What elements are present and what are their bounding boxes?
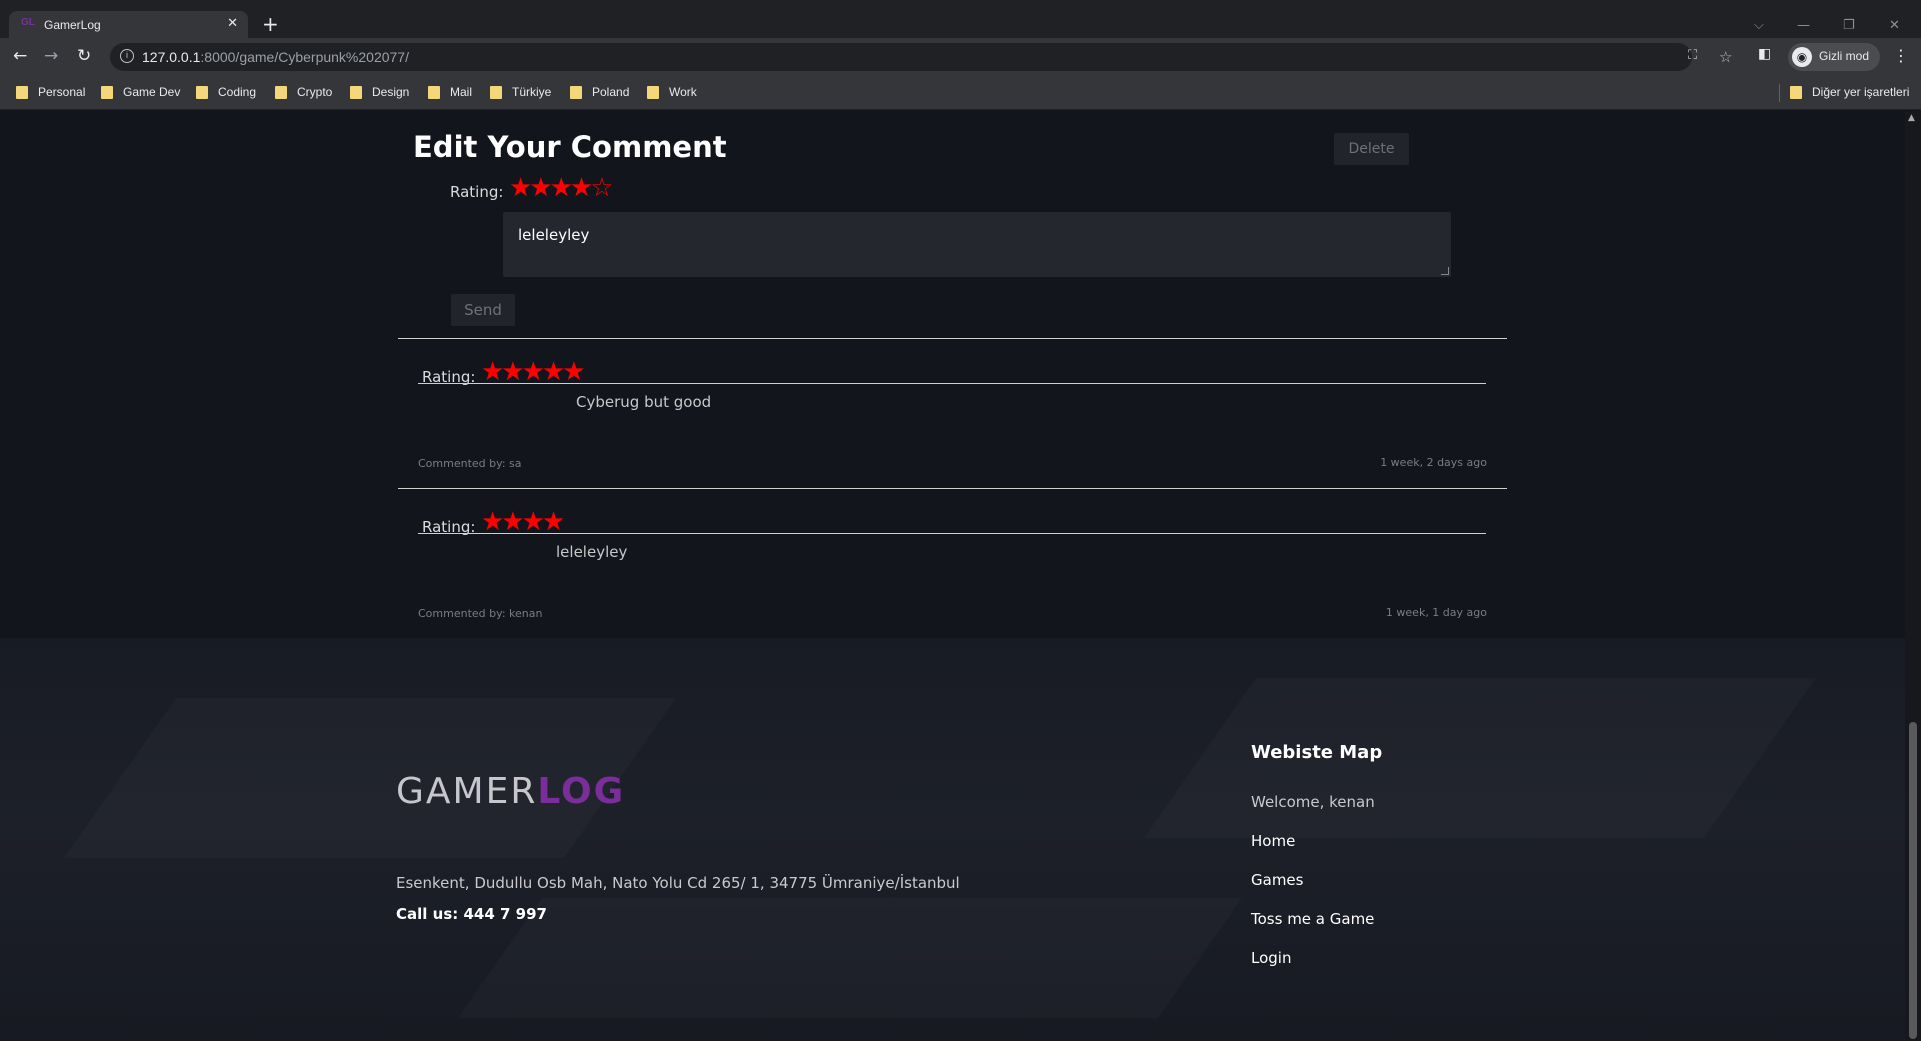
divider bbox=[398, 488, 1507, 489]
welcome-text: Welcome, kenan bbox=[1251, 793, 1375, 811]
footer-link-login[interactable]: Login bbox=[1251, 949, 1291, 967]
site-info-icon[interactable]: i bbox=[120, 49, 134, 63]
comment-underline bbox=[418, 383, 1486, 384]
profile-label: Gizli mod bbox=[1819, 49, 1870, 63]
url-text[interactable]: 127.0.0.1:8000/game/Cyberpunk%202077/ bbox=[142, 49, 409, 65]
bookmark-coding[interactable]: Coding bbox=[196, 85, 256, 99]
footer-link-toss-game[interactable]: Toss me a Game bbox=[1251, 910, 1374, 928]
comment-textarea[interactable]: leleleyley bbox=[503, 212, 1451, 277]
reload-icon[interactable]: ↻ bbox=[77, 46, 91, 66]
bookmark-turkiye[interactable]: Türkiye bbox=[490, 85, 551, 99]
menu-icon[interactable]: ⋮ bbox=[1893, 46, 1909, 65]
favicon-icon: GL bbox=[21, 17, 35, 28]
footer-phone: Call us: 444 7 997 bbox=[396, 905, 547, 923]
minimize-icon[interactable]: — bbox=[1797, 18, 1810, 33]
comment-author: Commented by: sa bbox=[418, 457, 522, 470]
page-viewport: Edit Your Comment Delete Rating: ★★★★☆ l… bbox=[0, 111, 1905, 1041]
scroll-thumb[interactable] bbox=[1909, 722, 1917, 1039]
folder-icon bbox=[196, 85, 208, 99]
folder-icon bbox=[490, 85, 502, 99]
close-tab-icon[interactable]: ✕ bbox=[227, 16, 238, 31]
send-button[interactable]: Send bbox=[451, 294, 515, 326]
bookmarks-divider bbox=[1779, 84, 1780, 102]
close-window-icon[interactable]: ✕ bbox=[1889, 18, 1900, 33]
resize-grip-icon[interactable] bbox=[1441, 267, 1449, 275]
folder-icon bbox=[16, 85, 28, 99]
back-icon[interactable]: ← bbox=[13, 46, 27, 66]
address-bar[interactable]: i 127.0.0.1:8000/game/Cyberpunk%202077/ … bbox=[110, 43, 1732, 71]
forward-icon[interactable]: → bbox=[44, 46, 58, 66]
folder-icon bbox=[350, 85, 362, 99]
comment-timestamp: 1 week, 1 day ago bbox=[1385, 606, 1487, 619]
comment-underline bbox=[418, 533, 1486, 534]
bookmark-other[interactable]: Diğer yer işaretleri bbox=[1790, 85, 1909, 99]
window-frame bbox=[0, 0, 1921, 8]
new-tab-button[interactable]: + bbox=[262, 14, 279, 34]
bookmark-star-icon[interactable]: ☆ bbox=[1719, 48, 1732, 66]
footer-background-art bbox=[1144, 678, 1816, 838]
translate-icon[interactable]: ⛶ bbox=[1688, 48, 1697, 63]
rating-label: Rating: bbox=[450, 183, 504, 201]
bookmark-mail[interactable]: Mail bbox=[428, 85, 472, 99]
comment-rating-stars: ★★★★ bbox=[481, 507, 565, 537]
comment-rating-stars: ★★★★★ bbox=[481, 357, 586, 387]
folder-icon bbox=[647, 85, 659, 99]
footer: GAMERLOG Esenkent, Dudullu Osb Mah, Nato… bbox=[0, 638, 1905, 1041]
comment-text: leleleyley bbox=[556, 543, 628, 561]
comment-textarea-value: leleleyley bbox=[518, 226, 590, 244]
browser-toolbar: ← → ↻ i 127.0.0.1:8000/game/Cyberpunk%20… bbox=[0, 38, 1921, 77]
bookmarks-bar: Personal Game Dev Coding Crypto Design M… bbox=[0, 77, 1921, 110]
bookmark-crypto[interactable]: Crypto bbox=[275, 85, 332, 99]
folder-icon bbox=[101, 85, 113, 99]
delete-button[interactable]: Delete bbox=[1334, 133, 1409, 165]
footer-background-art bbox=[458, 898, 1242, 1018]
tab-bar: GL GamerLog ✕ + ⌵ — ❐ ✕ bbox=[0, 8, 1921, 38]
tab-gamerlog[interactable]: GL GamerLog ✕ bbox=[9, 11, 248, 38]
folder-icon bbox=[275, 85, 287, 99]
gamerlog-logo[interactable]: GAMERLOG bbox=[396, 771, 625, 812]
divider bbox=[398, 338, 1507, 339]
comment-timestamp: 1 week, 2 days ago bbox=[1380, 456, 1487, 469]
footer-link-games[interactable]: Games bbox=[1251, 871, 1303, 889]
incognito-profile-button[interactable]: ◉ Gizli mod bbox=[1788, 43, 1880, 71]
scroll-up-icon[interactable]: ▲ bbox=[1908, 113, 1915, 123]
folder-icon bbox=[570, 85, 582, 99]
comment-text: Cyberug but good bbox=[576, 393, 712, 411]
tab-search-icon[interactable]: ⌵ bbox=[1754, 18, 1764, 33]
comments-section: Edit Your Comment Delete Rating: ★★★★☆ l… bbox=[398, 111, 1507, 638]
folder-icon bbox=[428, 85, 440, 99]
restore-icon[interactable]: ❐ bbox=[1843, 18, 1855, 33]
bookmark-work[interactable]: Work bbox=[647, 85, 697, 99]
edit-comment-title: Edit Your Comment bbox=[413, 130, 727, 164]
footer-address: Esenkent, Dudullu Osb Mah, Nato Yolu Cd … bbox=[396, 874, 960, 892]
tab-title: GamerLog bbox=[44, 18, 101, 32]
page-scrollbar[interactable]: ▲ bbox=[1905, 111, 1921, 1041]
side-panel-icon[interactable]: ◧ bbox=[1758, 46, 1771, 62]
bookmark-design[interactable]: Design bbox=[350, 85, 409, 99]
site-map-title: Webiste Map bbox=[1251, 742, 1383, 763]
rating-star-input[interactable]: ★★★★☆ bbox=[509, 175, 614, 201]
bookmark-personal[interactable]: Personal bbox=[16, 85, 85, 99]
footer-link-home[interactable]: Home bbox=[1251, 832, 1295, 850]
bookmark-poland[interactable]: Poland bbox=[570, 85, 629, 99]
bookmark-game-dev[interactable]: Game Dev bbox=[101, 85, 180, 99]
incognito-icon: ◉ bbox=[1792, 47, 1812, 67]
folder-icon bbox=[1790, 85, 1802, 99]
comment-author: Commented by: kenan bbox=[418, 607, 543, 620]
